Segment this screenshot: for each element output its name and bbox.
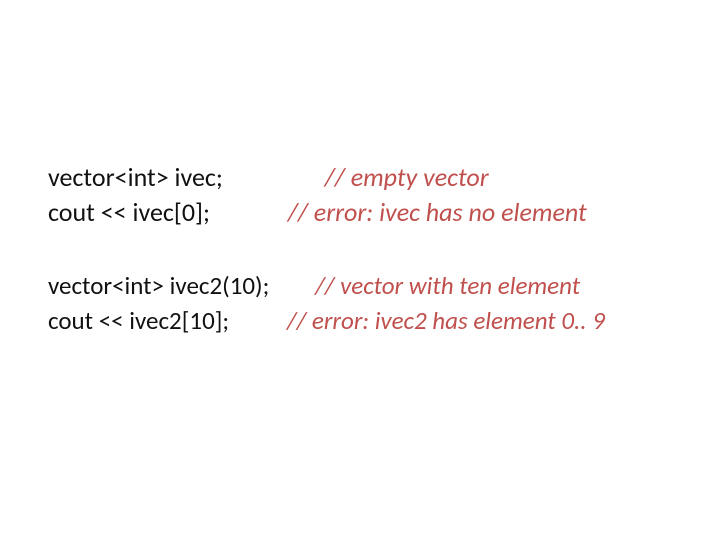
- spacer: [48, 230, 680, 268]
- slide: vector<int> ivec; // empty vector cout <…: [0, 0, 720, 540]
- code-comment: // error: ivec2 has element 0.. 9: [287, 305, 605, 336]
- code-text: vector<int> ivec;: [48, 161, 223, 193]
- code-line-2: cout << ivec[0]; // error: ivec has no e…: [48, 195, 680, 230]
- code-text: vector<int> ivec2(10);: [48, 270, 269, 301]
- code-text: cout << ivec2[10];: [48, 305, 229, 336]
- code-comment: // vector with ten element: [315, 270, 580, 301]
- code-text: cout << ivec[0];: [48, 196, 210, 228]
- code-line-3: vector<int> ivec2(10); // vector with te…: [48, 268, 680, 303]
- code-comment: // error: ivec has no element: [288, 196, 587, 228]
- code-comment: // empty vector: [325, 161, 489, 193]
- code-line-4: cout << ivec2[10]; // error: ivec2 has e…: [48, 303, 680, 338]
- code-line-1: vector<int> ivec; // empty vector: [48, 160, 680, 195]
